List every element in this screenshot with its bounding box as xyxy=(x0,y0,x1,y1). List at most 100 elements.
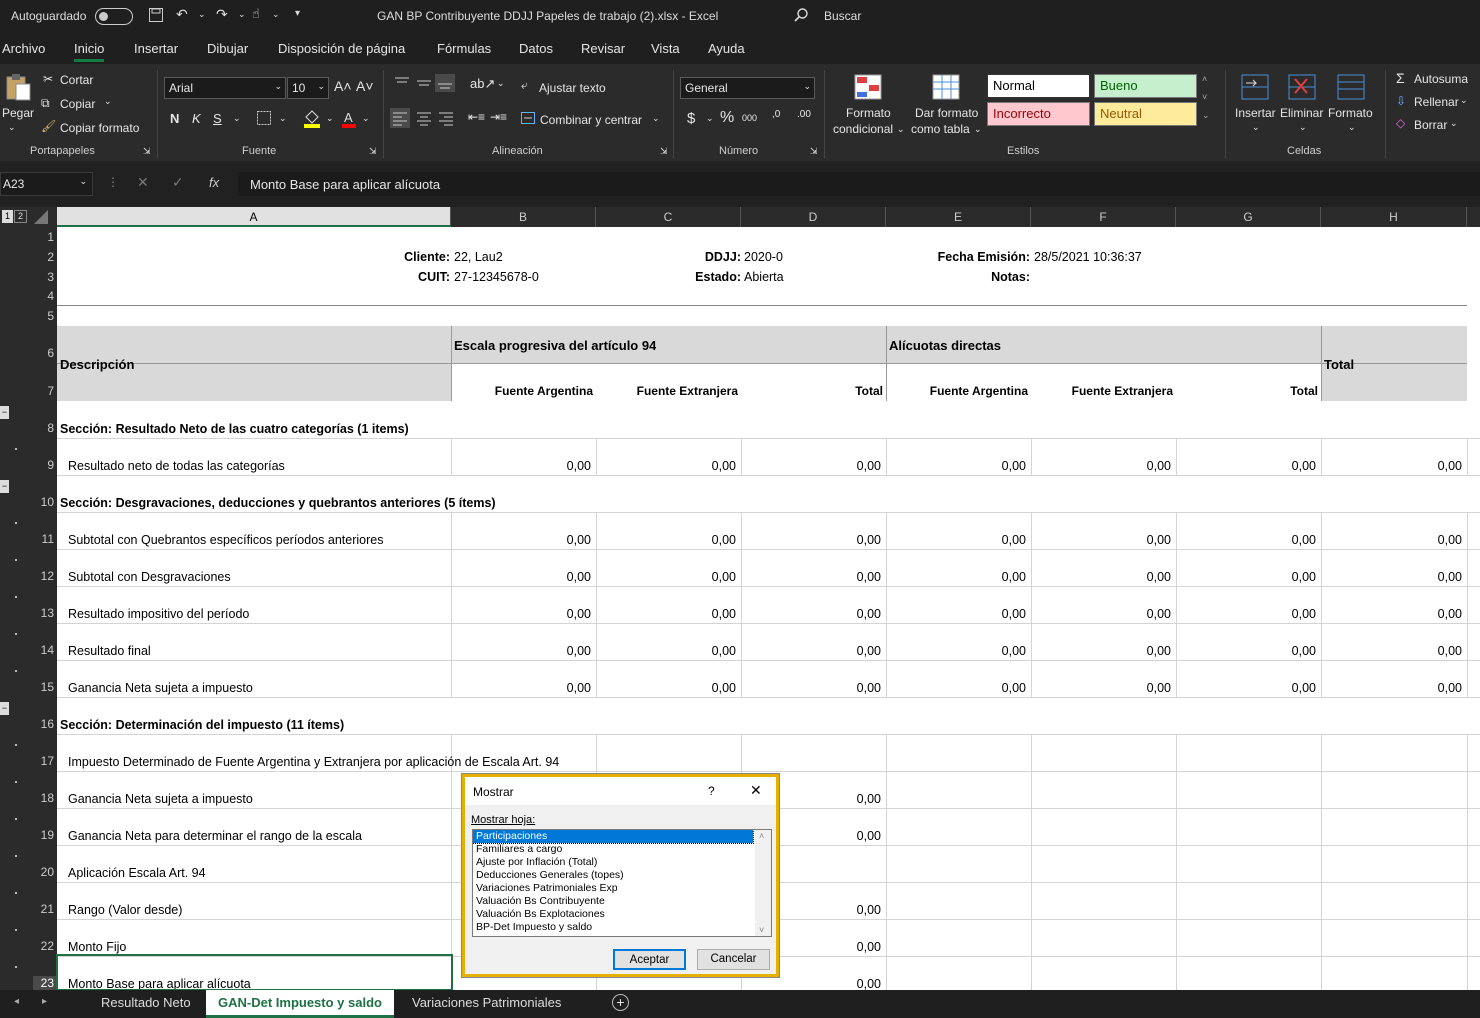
redo-icon[interactable]: ↷ xyxy=(216,6,228,23)
value-cell[interactable]: 0,00 xyxy=(741,607,884,621)
value-cell[interactable]: 0,00 xyxy=(1176,644,1319,658)
value-cell[interactable]: 0,00 xyxy=(451,533,594,547)
row-header-1[interactable]: 1 xyxy=(33,230,57,244)
style-neutral[interactable]: Neutral xyxy=(1094,102,1197,126)
menu-ayuda[interactable]: Ayuda xyxy=(708,41,745,56)
formula-input[interactable]: Monto Base para aplicar alícuota xyxy=(238,172,1480,196)
delete-cells-icon[interactable] xyxy=(1287,73,1317,101)
section-label[interactable]: Sección: Desgravaciones, deducciones y q… xyxy=(60,496,1060,510)
scroll-up-icon[interactable]: ˄ xyxy=(759,831,764,841)
value-cell[interactable]: 0,00 xyxy=(1031,607,1174,621)
font-name-select[interactable]: Arial ⌄ xyxy=(164,77,286,99)
row-header-4[interactable]: 4 xyxy=(33,289,57,303)
redo-dropdown-icon[interactable]: ⌄ xyxy=(238,9,246,20)
tab-variaciones-patrimoniales[interactable]: Variaciones Patrimoniales xyxy=(400,990,573,1018)
more-options-icon[interactable]: ⋮ xyxy=(107,175,119,189)
select-all-button[interactable] xyxy=(34,210,48,224)
menu-inicio[interactable]: Inicio xyxy=(74,41,105,62)
confirm-entry-icon[interactable]: ✓ xyxy=(172,174,184,191)
cut-icon[interactable]: ✂ xyxy=(43,72,53,86)
value-cell[interactable]: 0,00 xyxy=(1321,459,1465,473)
value-cell[interactable]: 0,00 xyxy=(886,607,1029,621)
menu-disposicion[interactable]: Disposición de página xyxy=(278,41,405,56)
row-header-22[interactable]: 22 xyxy=(33,939,57,953)
sheet-list-item[interactable]: Familiares a cargo xyxy=(473,843,753,856)
paste-button[interactable] xyxy=(4,72,32,102)
value-cell[interactable]: 0,00 xyxy=(596,570,739,584)
value-cell[interactable]: 0,00 xyxy=(886,459,1029,473)
value-cell[interactable]: 0,00 xyxy=(741,570,884,584)
section-label[interactable]: Sección: Resultado Neto de las cuatro ca… xyxy=(60,422,1060,436)
autosave-toggle[interactable] xyxy=(95,8,133,25)
row-header-2[interactable]: 2 xyxy=(33,250,57,264)
underline-dropdown-icon[interactable]: ⌄ xyxy=(233,113,241,124)
undo-icon[interactable]: ↶ xyxy=(176,6,188,23)
align-middle-icon[interactable] xyxy=(416,76,432,90)
currency-button[interactable]: $ xyxy=(687,110,695,127)
value-cell[interactable]: 0,00 xyxy=(1176,607,1319,621)
value-cell[interactable]: 0,00 xyxy=(886,681,1029,695)
grow-font-icon[interactable]: A˄ xyxy=(334,78,352,94)
font-color-dropdown-icon[interactable]: ⌄ xyxy=(362,113,370,124)
align-bottom-icon[interactable] xyxy=(435,74,455,92)
selected-cell-a23[interactable] xyxy=(56,954,453,990)
format-painter-button[interactable]: Copiar formato xyxy=(60,121,139,135)
outline-level-1-button[interactable]: 1 xyxy=(2,210,13,223)
format-cells-button[interactable]: Formato xyxy=(1328,106,1373,120)
column-header-h[interactable]: H xyxy=(1321,207,1467,227)
row-header-13[interactable]: 13 xyxy=(33,606,57,620)
column-header-b[interactable]: B xyxy=(451,207,596,227)
fill-button[interactable]: Rellenar xyxy=(1414,95,1459,109)
row-header-14[interactable]: 14 xyxy=(33,643,57,657)
merge-center-button[interactable]: Combinar y centrar xyxy=(540,113,642,127)
number-launcher-icon[interactable]: ⇲ xyxy=(810,146,818,157)
value-cell[interactable]: 0,00 xyxy=(1321,533,1465,547)
column-header-a[interactable]: A xyxy=(57,207,451,227)
alignment-launcher-icon[interactable]: ⇲ xyxy=(660,146,668,157)
search-box[interactable]: Buscar xyxy=(824,9,861,23)
tab-gan-det-impuesto[interactable]: GAN-Det Impuesto y saldo xyxy=(206,990,394,1018)
row-header-6[interactable]: 6 xyxy=(33,346,57,360)
listbox-scrollbar[interactable]: ˄ ˅ xyxy=(755,830,771,936)
row-header-18[interactable]: 18 xyxy=(33,791,57,805)
menu-datos[interactable]: Datos xyxy=(519,41,553,56)
value-cell[interactable]: 0,00 xyxy=(451,570,594,584)
row-header-5[interactable]: 5 xyxy=(33,309,57,323)
merge-center-icon[interactable] xyxy=(520,110,536,126)
row-header-8[interactable]: 8 xyxy=(33,421,57,435)
fill-dropdown-icon[interactable]: ⌄ xyxy=(1460,95,1468,106)
menu-archivo[interactable]: Archivo xyxy=(2,41,45,56)
tab-resultado-neto[interactable]: Resultado Neto xyxy=(89,990,203,1018)
outline-collapse-button[interactable]: − xyxy=(0,406,9,419)
copy-dropdown-icon[interactable]: ⌄ xyxy=(104,96,112,107)
row-header-20[interactable]: 20 xyxy=(33,865,57,879)
autosum-button[interactable]: Autosuma xyxy=(1414,72,1468,86)
insert-cells-button[interactable]: Insertar xyxy=(1235,106,1276,120)
format-cells-icon[interactable] xyxy=(1336,73,1366,101)
column-header-c[interactable]: C xyxy=(596,207,741,227)
value-cell[interactable]: 0,00 xyxy=(741,644,884,658)
increase-decimal-button[interactable]: ,0 xyxy=(772,109,780,120)
row-header-19[interactable]: 19 xyxy=(33,828,57,842)
column-header-d[interactable]: D xyxy=(741,207,886,227)
dialog-close-icon[interactable]: ✕ xyxy=(750,782,762,799)
column-header-g[interactable]: G xyxy=(1176,207,1321,227)
row-header-10[interactable]: 10 xyxy=(33,495,57,509)
sheet-list-item[interactable]: Valuación Bs Explotaciones xyxy=(473,908,753,921)
paste-dropdown-icon[interactable]: ⌄ xyxy=(8,122,16,133)
insert-cells-icon[interactable] xyxy=(1240,73,1270,101)
value-cell[interactable]: 0,00 xyxy=(1321,607,1465,621)
value-cell[interactable]: 0,00 xyxy=(1176,533,1319,547)
paste-label[interactable]: Pegar xyxy=(2,106,34,120)
row-header-21[interactable]: 21 xyxy=(33,902,57,916)
format-dropdown-icon[interactable]: ⌄ xyxy=(1348,122,1356,133)
orientation-icon[interactable]: ab↗ xyxy=(470,76,495,92)
clipboard-launcher-icon[interactable]: ⇲ xyxy=(143,146,151,157)
value-cell[interactable]: 0,00 xyxy=(741,459,884,473)
outline-collapse-button[interactable]: − xyxy=(0,480,9,493)
row-header-23[interactable]: 23 xyxy=(33,976,57,990)
sheet-list-item[interactable]: Valuación Bs Contribuyente xyxy=(473,895,753,908)
value-cell[interactable]: 0,00 xyxy=(1321,644,1465,658)
value-cell[interactable]: 0,00 xyxy=(1031,533,1174,547)
menu-vista[interactable]: Vista xyxy=(651,41,680,56)
